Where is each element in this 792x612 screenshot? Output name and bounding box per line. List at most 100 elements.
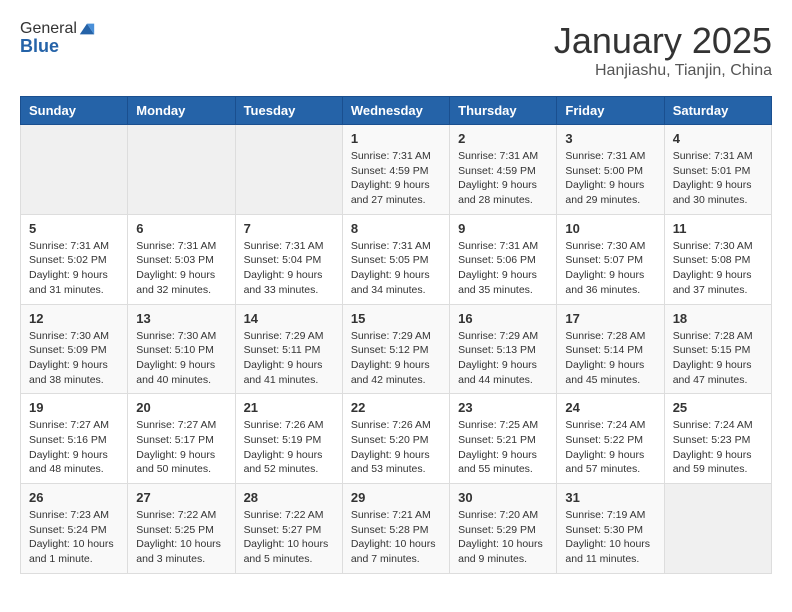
calendar-cell: 1 Sunrise: 7:31 AM Sunset: 4:59 PM Daylig…	[342, 125, 449, 215]
calendar-cell: 26 Sunrise: 7:23 AM Sunset: 5:24 PM Dayli…	[21, 484, 128, 574]
calendar-cell: 5Sunrise: 7:31 AM Sunset: 5:02 PM Daylig…	[21, 214, 128, 304]
weekday-header-row: SundayMondayTuesdayWednesdayThursdayFrid…	[21, 97, 772, 125]
location: Hanjiashu, Tianjin, China	[554, 62, 772, 80]
weekday-tuesday: Tuesday	[235, 97, 342, 125]
calendar-cell: 13 Sunrise: 7:30 AM Sunset: 5:10 PM Dayli…	[128, 304, 235, 394]
day-info: Sunrise: 7:31 AM Sunset: 4:59 PM Dayligh…	[458, 149, 548, 208]
day-number: 11	[673, 221, 763, 236]
day-info: Sunrise: 7:27 AM Sunset: 5:16 PM Dayligh…	[29, 418, 119, 477]
day-info: Sunrise: 7:31 AM Sunset: 5:04 PM Dayligh…	[244, 239, 334, 298]
day-info: Sunrise: 7:22 AM Sunset: 5:25 PM Dayligh…	[136, 508, 226, 567]
day-number: 24	[565, 400, 655, 415]
calendar-cell: 18 Sunrise: 7:28 AM Sunset: 5:15 PM Dayli…	[664, 304, 771, 394]
day-info: Sunrise: 7:31 AM Sunset: 5:06 PM Dayligh…	[458, 239, 548, 298]
calendar-cell: 6 Sunrise: 7:31 AM Sunset: 5:03 PM Daylig…	[128, 214, 235, 304]
day-number: 21	[244, 400, 334, 415]
calendar-cell: 7 Sunrise: 7:31 AM Sunset: 5:04 PM Daylig…	[235, 214, 342, 304]
day-number: 23	[458, 400, 548, 415]
calendar-cell: 16 Sunrise: 7:29 AM Sunset: 5:13 PM Dayli…	[450, 304, 557, 394]
calendar-cell	[128, 125, 235, 215]
day-info: Sunrise: 7:30 AM Sunset: 5:09 PM Dayligh…	[29, 329, 119, 388]
day-number: 12	[29, 311, 119, 326]
day-info: Sunrise: 7:31 AM Sunset: 5:05 PM Dayligh…	[351, 239, 441, 298]
day-info: Sunrise: 7:30 AM Sunset: 5:07 PM Dayligh…	[565, 239, 655, 298]
day-number: 15	[351, 311, 441, 326]
calendar-cell: 23 Sunrise: 7:25 AM Sunset: 5:21 PM Dayli…	[450, 394, 557, 484]
calendar-cell: 24 Sunrise: 7:24 AM Sunset: 5:22 PM Dayli…	[557, 394, 664, 484]
day-info: Sunrise: 7:23 AM Sunset: 5:24 PM Dayligh…	[29, 508, 119, 567]
day-number: 7	[244, 221, 334, 236]
day-info: Sunrise: 7:29 AM Sunset: 5:13 PM Dayligh…	[458, 329, 548, 388]
day-info: Sunrise: 7:29 AM Sunset: 5:12 PM Dayligh…	[351, 329, 441, 388]
calendar-week-4: 19 Sunrise: 7:27 AM Sunset: 5:16 PM Dayli…	[21, 394, 772, 484]
calendar-table: SundayMondayTuesdayWednesdayThursdayFrid…	[20, 96, 772, 574]
calendar-body: 1 Sunrise: 7:31 AM Sunset: 4:59 PM Daylig…	[21, 125, 772, 574]
calendar-cell: 25Sunrise: 7:24 AM Sunset: 5:23 PM Dayli…	[664, 394, 771, 484]
day-number: 29	[351, 490, 441, 505]
day-number: 20	[136, 400, 226, 415]
day-info: Sunrise: 7:30 AM Sunset: 5:08 PM Dayligh…	[673, 239, 763, 298]
day-info: Sunrise: 7:30 AM Sunset: 5:10 PM Dayligh…	[136, 329, 226, 388]
calendar-cell: 10 Sunrise: 7:30 AM Sunset: 5:07 PM Dayli…	[557, 214, 664, 304]
calendar-cell: 22Sunrise: 7:26 AM Sunset: 5:20 PM Dayli…	[342, 394, 449, 484]
day-info: Sunrise: 7:31 AM Sunset: 4:59 PM Dayligh…	[351, 149, 441, 208]
day-info: Sunrise: 7:27 AM Sunset: 5:17 PM Dayligh…	[136, 418, 226, 477]
day-number: 4	[673, 131, 763, 146]
day-info: Sunrise: 7:21 AM Sunset: 5:28 PM Dayligh…	[351, 508, 441, 567]
day-info: Sunrise: 7:28 AM Sunset: 5:15 PM Dayligh…	[673, 329, 763, 388]
day-number: 10	[565, 221, 655, 236]
calendar-cell: 9Sunrise: 7:31 AM Sunset: 5:06 PM Daylig…	[450, 214, 557, 304]
calendar-cell: 2 Sunrise: 7:31 AM Sunset: 4:59 PM Daylig…	[450, 125, 557, 215]
day-info: Sunrise: 7:25 AM Sunset: 5:21 PM Dayligh…	[458, 418, 548, 477]
day-info: Sunrise: 7:31 AM Sunset: 5:03 PM Dayligh…	[136, 239, 226, 298]
logo-blue: Blue	[20, 36, 96, 57]
calendar-cell: 28Sunrise: 7:22 AM Sunset: 5:27 PM Dayli…	[235, 484, 342, 574]
day-number: 5	[29, 221, 119, 236]
day-info: Sunrise: 7:20 AM Sunset: 5:29 PM Dayligh…	[458, 508, 548, 567]
weekday-friday: Friday	[557, 97, 664, 125]
calendar-week-1: 1 Sunrise: 7:31 AM Sunset: 4:59 PM Daylig…	[21, 125, 772, 215]
calendar-week-3: 12 Sunrise: 7:30 AM Sunset: 5:09 PM Dayli…	[21, 304, 772, 394]
calendar-cell	[664, 484, 771, 574]
title-block: January 2025 Hanjiashu, Tianjin, China	[554, 20, 772, 80]
page-header: General Blue January 2025 Hanjiashu, Tia…	[20, 20, 772, 80]
day-number: 1	[351, 131, 441, 146]
day-info: Sunrise: 7:29 AM Sunset: 5:11 PM Dayligh…	[244, 329, 334, 388]
day-number: 14	[244, 311, 334, 326]
calendar-cell: 8 Sunrise: 7:31 AM Sunset: 5:05 PM Daylig…	[342, 214, 449, 304]
day-info: Sunrise: 7:28 AM Sunset: 5:14 PM Dayligh…	[565, 329, 655, 388]
calendar-cell: 27Sunrise: 7:22 AM Sunset: 5:25 PM Dayli…	[128, 484, 235, 574]
day-number: 16	[458, 311, 548, 326]
day-number: 31	[565, 490, 655, 505]
day-info: Sunrise: 7:24 AM Sunset: 5:22 PM Dayligh…	[565, 418, 655, 477]
day-info: Sunrise: 7:24 AM Sunset: 5:23 PM Dayligh…	[673, 418, 763, 477]
day-number: 19	[29, 400, 119, 415]
day-number: 3	[565, 131, 655, 146]
weekday-thursday: Thursday	[450, 97, 557, 125]
day-number: 28	[244, 490, 334, 505]
day-number: 13	[136, 311, 226, 326]
calendar-cell: 14 Sunrise: 7:29 AM Sunset: 5:11 PM Dayli…	[235, 304, 342, 394]
day-number: 18	[673, 311, 763, 326]
calendar-cell: 15 Sunrise: 7:29 AM Sunset: 5:12 PM Dayli…	[342, 304, 449, 394]
calendar-cell: 19 Sunrise: 7:27 AM Sunset: 5:16 PM Dayli…	[21, 394, 128, 484]
day-number: 8	[351, 221, 441, 236]
weekday-sunday: Sunday	[21, 97, 128, 125]
calendar-cell	[21, 125, 128, 215]
day-number: 6	[136, 221, 226, 236]
calendar-cell: 29 Sunrise: 7:21 AM Sunset: 5:28 PM Dayli…	[342, 484, 449, 574]
day-info: Sunrise: 7:19 AM Sunset: 5:30 PM Dayligh…	[565, 508, 655, 567]
calendar-cell: 20 Sunrise: 7:27 AM Sunset: 5:17 PM Dayli…	[128, 394, 235, 484]
calendar-cell: 30Sunrise: 7:20 AM Sunset: 5:29 PM Dayli…	[450, 484, 557, 574]
weekday-wednesday: Wednesday	[342, 97, 449, 125]
calendar-cell: 17Sunrise: 7:28 AM Sunset: 5:14 PM Dayli…	[557, 304, 664, 394]
weekday-monday: Monday	[128, 97, 235, 125]
calendar-cell: 31 Sunrise: 7:19 AM Sunset: 5:30 PM Dayli…	[557, 484, 664, 574]
day-number: 2	[458, 131, 548, 146]
calendar-cell: 21Sunrise: 7:26 AM Sunset: 5:19 PM Dayli…	[235, 394, 342, 484]
day-info: Sunrise: 7:31 AM Sunset: 5:01 PM Dayligh…	[673, 149, 763, 208]
calendar-cell	[235, 125, 342, 215]
day-number: 26	[29, 490, 119, 505]
day-info: Sunrise: 7:31 AM Sunset: 5:00 PM Dayligh…	[565, 149, 655, 208]
calendar-cell: 11 Sunrise: 7:30 AM Sunset: 5:08 PM Dayli…	[664, 214, 771, 304]
